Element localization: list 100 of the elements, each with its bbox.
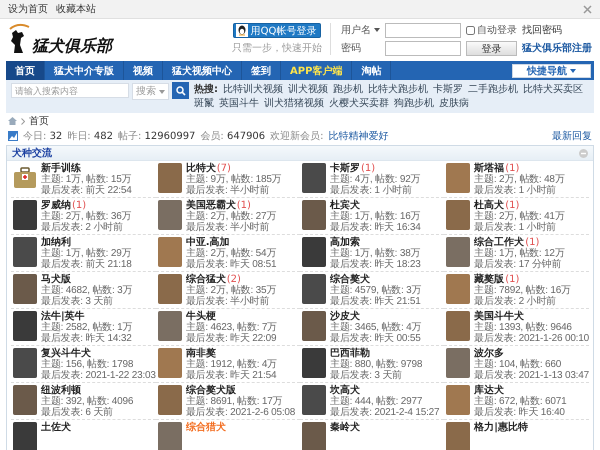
stat-text: 会员: 647906: [200, 130, 266, 143]
logo-text[interactable]: 猛犬俱乐部: [32, 37, 112, 55]
forum-link[interactable]: 牛头梗: [186, 311, 216, 322]
quick-nav-button[interactable]: 快捷导航: [512, 64, 591, 78]
hot-search-link[interactable]: 狗跑步机: [394, 97, 434, 110]
collapse-icon[interactable]: [579, 148, 588, 158]
chevron-icon: [21, 118, 25, 124]
forum-link[interactable]: 纽波利顿: [41, 385, 81, 396]
forum-link[interactable]: 美国恶霸犬: [186, 200, 236, 211]
find-password-link[interactable]: 找回密码: [522, 23, 592, 37]
password-field[interactable]: [385, 40, 461, 56]
photo-placeholder[interactable]: [158, 311, 182, 341]
forum-link[interactable]: 南非獒: [186, 348, 216, 359]
hot-search-link[interactable]: 比特训犬视频: [223, 83, 283, 96]
forum-link[interactable]: 波尔多: [474, 348, 504, 359]
forum-link[interactable]: 马犬版: [41, 274, 71, 285]
latest-replies-link[interactable]: 最新回复: [552, 129, 592, 143]
hot-search-link[interactable]: 斑鬣: [194, 97, 214, 110]
search-button[interactable]: [172, 82, 189, 99]
nav-tab[interactable]: 首页: [6, 61, 45, 80]
photo-placeholder[interactable]: [446, 385, 470, 415]
login-button[interactable]: 登录: [466, 40, 517, 56]
forum-stats: 主题: 4623, 帖数: 7万: [186, 322, 278, 333]
forum-link[interactable]: 比特犬: [186, 163, 216, 174]
hot-search-link[interactable]: 二手跑步机: [468, 83, 518, 96]
last-post-text: 最后发表: 前天 22:54: [41, 185, 132, 196]
photo-placeholder[interactable]: [446, 163, 470, 193]
forum-link[interactable]: 中亚.高加: [186, 237, 230, 248]
forum-link[interactable]: 加纳利: [41, 237, 71, 248]
forum-link[interactable]: 格力|惠比特: [474, 422, 528, 433]
hot-search-link[interactable]: 训犬视频: [288, 83, 328, 96]
photo-placeholder[interactable]: [158, 385, 182, 415]
photo-placeholder[interactable]: [158, 237, 182, 267]
qq-login-button[interactable]: 用QQ帐号登录: [232, 23, 322, 38]
forum-link[interactable]: 杜高犬: [474, 200, 504, 211]
hot-search-link[interactable]: 卡斯罗: [433, 83, 463, 96]
forum-link[interactable]: 罗威纳: [41, 200, 71, 211]
forum-stats: 主题: 2万, 帖数: 27万: [186, 211, 276, 222]
forum-stats: 主题: 444, 帖数: 2977: [330, 396, 424, 407]
hot-search-link[interactable]: 火樱犬买卖群: [329, 97, 389, 110]
photo-placeholder[interactable]: [446, 422, 470, 450]
photo-placeholder[interactable]: [158, 200, 182, 230]
photo-placeholder[interactable]: [446, 274, 470, 304]
last-post-text: 最后发表: 昨天 16:34: [330, 222, 421, 233]
username-field[interactable]: [385, 22, 461, 38]
new-post-count: (1): [505, 200, 520, 211]
close-icon[interactable]: [583, 4, 592, 14]
forum-link[interactable]: 杜宾犬: [330, 200, 360, 211]
hot-search-link[interactable]: 皮肤病: [439, 97, 469, 110]
forum-link[interactable]: 斯塔福: [474, 163, 504, 174]
photo-placeholder[interactable]: [158, 274, 182, 304]
last-post-text: 最后发表: 2 小时前: [474, 296, 557, 307]
hot-search-link[interactable]: 训犬猎猪视频: [264, 97, 324, 110]
forum-link[interactable]: 巴西菲勒: [330, 348, 370, 359]
last-post-text: 最后发表: 昨天 16:40: [474, 407, 566, 418]
forum-link[interactable]: 高加索: [330, 237, 360, 248]
register-link[interactable]: 猛犬俱乐部注册: [522, 41, 592, 55]
forum-stats: 主题: 1万, 帖数: 15万: [41, 174, 132, 185]
top-link[interactable]: 收藏本站: [56, 2, 96, 16]
forum-link[interactable]: 秦岭犬: [330, 422, 360, 433]
forum-link[interactable]: 库达犬: [474, 385, 504, 396]
auto-login-checkbox[interactable]: [466, 26, 475, 34]
forum-link[interactable]: 综合獒犬版: [186, 385, 236, 396]
photo-placeholder[interactable]: [446, 311, 470, 341]
last-post-text: 最后发表: 半小时前: [186, 296, 270, 307]
photo-placeholder[interactable]: [446, 348, 470, 378]
member-link[interactable]: 比特精神爱好: [328, 129, 389, 143]
section-title[interactable]: 犬种交流: [12, 146, 52, 160]
photo-placeholder[interactable]: [446, 200, 470, 230]
search-field[interactable]: 请输入搜索内容: [11, 83, 129, 98]
forum-link[interactable]: 新手训练: [41, 163, 81, 174]
checkbox-label: 自动登录: [477, 24, 517, 37]
hot-search-link[interactable]: 比特犬跑步机: [368, 83, 428, 96]
last-post-text: 最后发表: 17 分钟前: [474, 259, 562, 270]
forum-link[interactable]: 卡斯罗: [330, 163, 360, 174]
forum-link[interactable]: 美国斗牛犬: [474, 311, 524, 322]
new-post-count: (1): [236, 200, 251, 211]
home-icon[interactable]: [8, 117, 17, 125]
forum-link[interactable]: 藏獒版: [474, 274, 504, 285]
forum-link[interactable]: 综合工作犬: [474, 237, 524, 248]
photo-placeholder[interactable]: [446, 237, 470, 267]
forum-link[interactable]: 综合獒犬: [330, 274, 370, 285]
photo-placeholder[interactable]: [158, 422, 182, 450]
forum-link[interactable]: 土佐犬: [41, 422, 71, 433]
forum-link[interactable]: 沙皮犬: [330, 311, 360, 322]
photo-placeholder[interactable]: [158, 348, 182, 378]
forum-link[interactable]: 坎高犬: [330, 385, 360, 396]
last-post-text: 最后发表: 昨天 21:51: [330, 296, 422, 307]
forum-link[interactable]: 复兴斗牛犬: [41, 348, 91, 359]
top-link[interactable]: 设为首页: [8, 2, 48, 16]
forum-link[interactable]: 法牛|英牛: [41, 311, 85, 322]
username-dropdown[interactable]: 用户名: [341, 23, 380, 37]
hot-search-link[interactable]: 英国斗牛: [219, 97, 259, 110]
last-post-text: 最后发表: 3 天前: [330, 370, 403, 381]
hot-search-link[interactable]: 比特犬买卖区: [523, 83, 583, 96]
hot-search-link[interactable]: 跑步机: [333, 83, 363, 96]
forum-link[interactable]: 综合猛犬: [186, 274, 226, 285]
photo-placeholder[interactable]: [158, 163, 182, 193]
breadcrumb-link[interactable]: 首页: [29, 114, 49, 128]
first-aid-kit-icon[interactable]: [13, 167, 37, 189]
